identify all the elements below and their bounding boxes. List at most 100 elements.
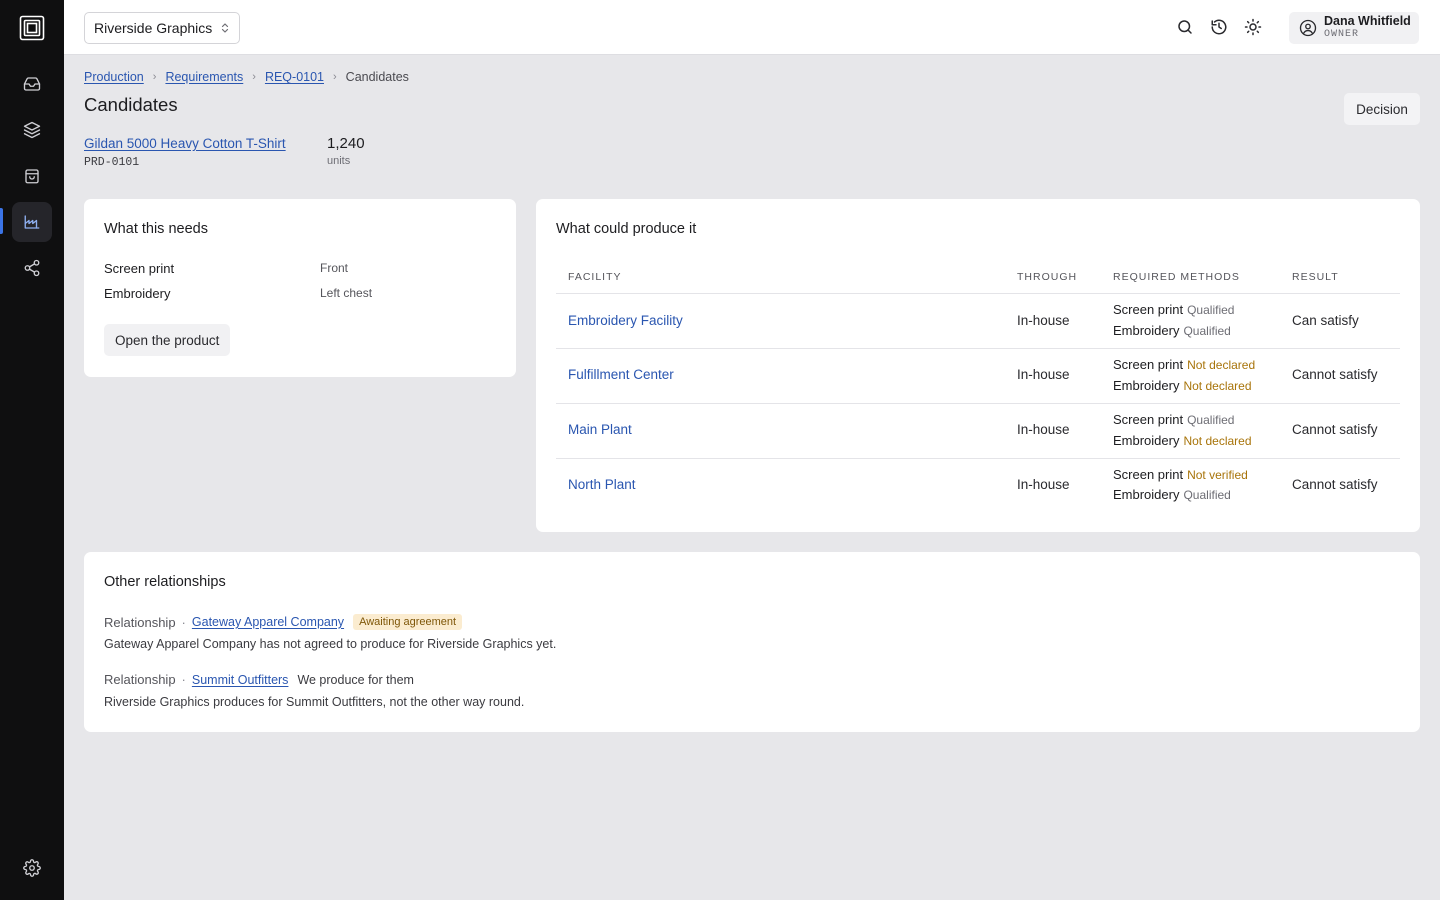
result-value: Cannot satisfy — [1292, 422, 1378, 437]
method-status: Screen print Qualified — [1113, 412, 1234, 427]
quantity-unit: units — [327, 155, 351, 167]
result-value: Can satisfy — [1292, 313, 1359, 328]
topbar: Riverside Graphics Dana Whitfield OWNER — [64, 0, 1440, 55]
search-icon[interactable] — [1176, 18, 1194, 36]
sidebar-item-settings[interactable] — [12, 848, 52, 888]
relationship-partner-link[interactable]: Summit Outfitters — [192, 673, 289, 687]
user-role: OWNER — [1324, 29, 1360, 40]
relationship-line: Relationship · Summit Outfitters We prod… — [104, 672, 414, 687]
method-status: Screen print Not verified — [1113, 467, 1248, 482]
other-relationships-title: Other relationships — [104, 574, 226, 590]
through-value: In-house — [1017, 313, 1070, 328]
table-divider — [556, 348, 1400, 349]
method-name: Screen print — [1113, 357, 1184, 372]
org-selector-label: Riverside Graphics — [94, 20, 213, 36]
breadcrumb-requirement[interactable]: REQ-0101 — [265, 70, 324, 84]
product-code: PRD-0101 — [84, 156, 140, 169]
layers-icon — [23, 121, 41, 139]
facility-link[interactable]: Embroidery Facility — [568, 313, 683, 328]
breadcrumb-requirements[interactable]: Requirements — [165, 70, 243, 84]
table-divider — [556, 458, 1400, 459]
method-status: Embroidery Qualified — [1113, 323, 1231, 338]
chevron-right-icon: › — [333, 71, 337, 83]
relationship-line: Relationship · Gateway Apparel Company A… — [104, 614, 463, 630]
status-label: Qualified — [1183, 488, 1231, 502]
breadcrumb-production[interactable]: Production — [84, 70, 144, 84]
column-header-through: THROUGH — [1017, 271, 1078, 283]
through-value: In-house — [1017, 422, 1070, 437]
share-icon — [24, 259, 40, 277]
table-divider — [556, 293, 1400, 294]
method-name: Screen print — [1113, 467, 1184, 482]
status-label: Not declared — [1187, 358, 1256, 372]
open-product-button[interactable]: Open the product — [104, 324, 231, 356]
breadcrumb: Production › Requirements › REQ-0101 › C… — [84, 70, 409, 84]
relationship-label: Relationship — [104, 614, 176, 630]
method-name: Embroidery — [1113, 323, 1180, 338]
need-location: Left chest — [320, 286, 373, 300]
breadcrumb-current: Candidates — [345, 70, 409, 84]
method-status: Embroidery Not declared — [1113, 433, 1252, 448]
app-logo-icon[interactable] — [19, 15, 45, 41]
shopping-bag-icon — [25, 169, 39, 184]
need-method: Screen print — [104, 261, 175, 276]
through-value: In-house — [1017, 477, 1070, 492]
method-status: Screen print Not declared — [1113, 357, 1255, 372]
needs-card: What this needs Screen print Front Embro… — [84, 199, 516, 377]
history-icon[interactable] — [1210, 18, 1228, 36]
other-relationships-card: Other relationships Relationship · Gatew… — [84, 552, 1420, 732]
method-status: Screen print Qualified — [1113, 302, 1234, 317]
produce-card-title: What could produce it — [556, 221, 697, 237]
status-label: Not declared — [1183, 434, 1252, 448]
facility-link[interactable]: North Plant — [568, 477, 636, 492]
method-status: Embroidery Qualified — [1113, 487, 1231, 502]
result-value: Cannot satisfy — [1292, 477, 1378, 492]
page-title: Candidates — [84, 94, 178, 115]
facility-link[interactable]: Fulfillment Center — [568, 367, 674, 382]
method-name: Screen print — [1113, 412, 1184, 427]
sidebar-item-relationships[interactable] — [12, 248, 52, 288]
facility-link[interactable]: Main Plant — [568, 422, 632, 437]
org-selector[interactable]: Riverside Graphics — [84, 12, 241, 44]
produce-card: What could produce it FACILITY THROUGH R… — [536, 199, 1420, 532]
relationship-label: Relationship — [104, 672, 176, 687]
chevron-right-icon: › — [152, 71, 157, 83]
through-value: In-house — [1017, 367, 1070, 382]
sidebar-item-production[interactable] — [12, 202, 52, 242]
method-status: Embroidery Not declared — [1113, 378, 1252, 393]
factory-icon — [24, 215, 40, 229]
status-label: Not declared — [1183, 379, 1252, 393]
status-label: Qualified — [1187, 303, 1235, 317]
need-location: Front — [320, 261, 349, 275]
separator-dot: · — [181, 614, 186, 630]
sidebar-item-orders[interactable] — [12, 156, 52, 196]
need-method: Embroidery — [104, 286, 171, 301]
status-badge: Awaiting agreement — [353, 614, 463, 630]
method-name: Embroidery — [1113, 433, 1180, 448]
relationship-partner-link[interactable]: Gateway Apparel Company — [192, 615, 344, 629]
sidebar-item-inbox[interactable] — [12, 64, 52, 104]
decision-button[interactable]: Decision — [1344, 93, 1420, 125]
relationship-note: We produce for them — [297, 672, 414, 687]
result-value: Cannot satisfy — [1292, 367, 1378, 382]
chevron-up-down-icon — [222, 23, 229, 33]
method-name: Screen print — [1113, 302, 1184, 317]
sun-icon[interactable] — [1244, 18, 1262, 36]
method-name: Embroidery — [1113, 487, 1180, 502]
relationship-description: Gateway Apparel Company has not agreed t… — [104, 637, 557, 651]
sidebar — [0, 0, 64, 900]
sidebar-item-layers[interactable] — [12, 110, 52, 150]
quantity-value: 1,240 — [327, 135, 365, 152]
column-header-facility: FACILITY — [568, 271, 622, 283]
user-circle-icon — [1299, 19, 1317, 37]
column-header-methods: REQUIRED METHODS — [1113, 271, 1240, 283]
chevron-right-icon: › — [252, 71, 256, 83]
gear-icon — [23, 859, 41, 877]
column-header-result: RESULT — [1292, 271, 1339, 283]
product-link[interactable]: Gildan 5000 Heavy Cotton T-Shirt — [84, 136, 286, 151]
active-nav-indicator — [0, 208, 3, 234]
user-menu[interactable]: Dana Whitfield OWNER — [1289, 12, 1419, 44]
separator-dot: · — [181, 672, 186, 687]
status-label: Qualified — [1187, 413, 1235, 427]
needs-card-title: What this needs — [104, 221, 208, 237]
